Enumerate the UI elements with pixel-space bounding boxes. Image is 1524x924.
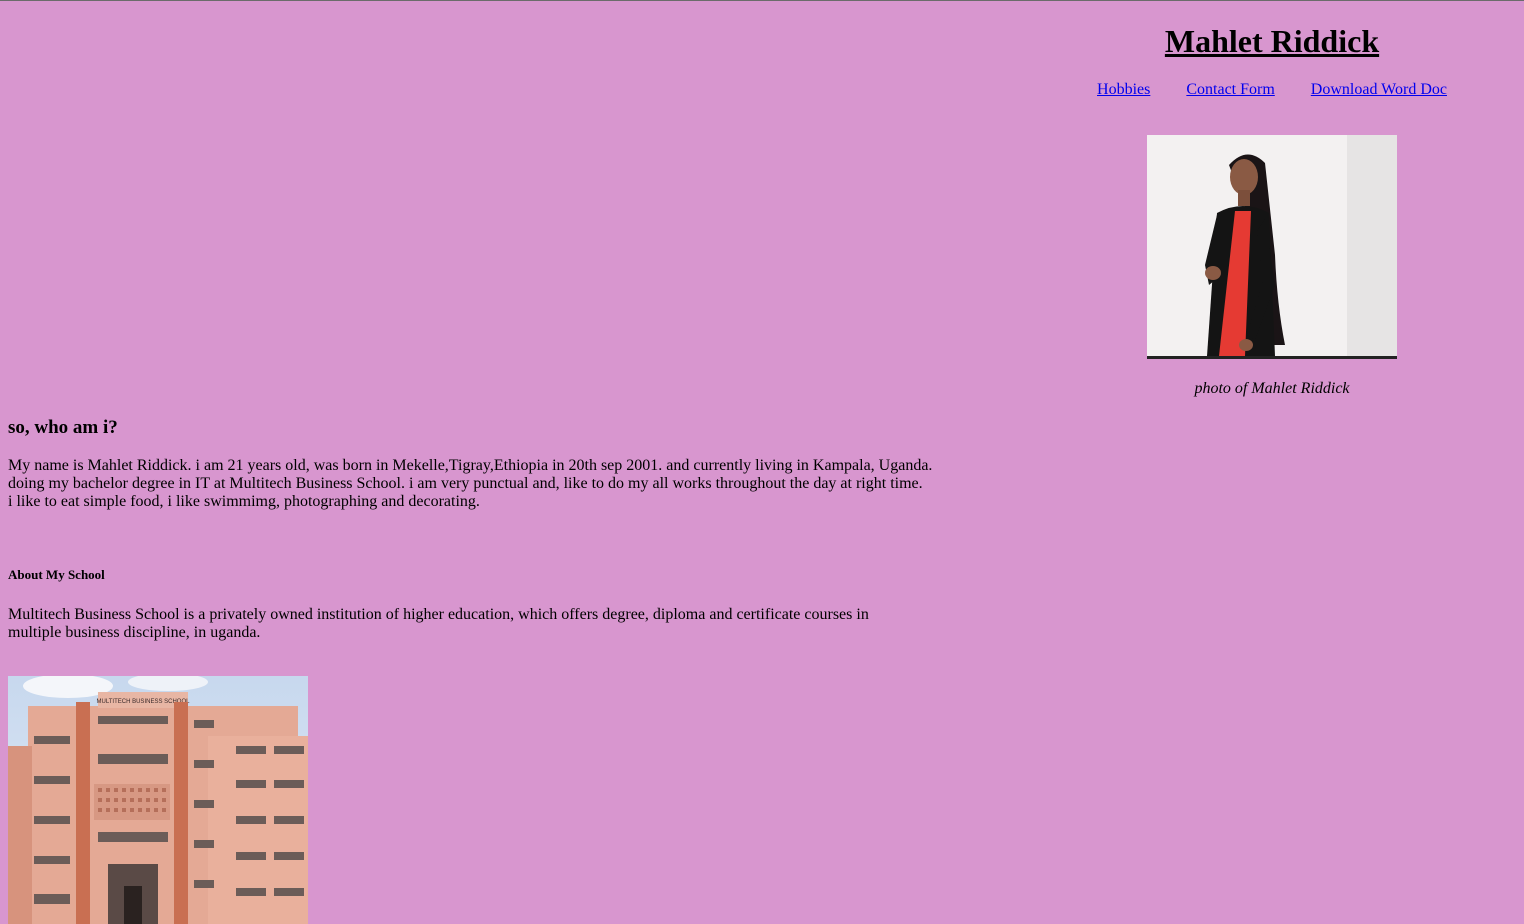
profile-photo-caption: photo of Mahlet Riddick <box>1194 380 1350 397</box>
about-me-text: My name is Mahlet Riddick. i am 21 years… <box>8 457 948 511</box>
about-me-heading: so, who am i? <box>8 417 118 438</box>
nav-link-hobbies[interactable]: Hobbies <box>1097 81 1150 98</box>
about-me-line: i like to eat simple food, i like swimmi… <box>8 493 480 510</box>
school-text-line: Multitech Business School is a privately… <box>8 606 869 623</box>
school-building-photo: MULTITECH BUSINESS SCHOOL <box>8 676 308 924</box>
about-me-line: doing my bachelor degree in IT at Multit… <box>8 475 923 492</box>
school-heading: About My School <box>8 567 105 582</box>
nav-link-download-word-doc[interactable]: Download Word Doc <box>1311 81 1447 98</box>
profile-photo <box>1147 135 1397 359</box>
main-nav: Hobbies Contact Form Download Word Doc <box>1040 80 1504 100</box>
school-text-line: multiple business discipline, in uganda. <box>8 624 261 641</box>
nav-link-contact-form[interactable]: Contact Form <box>1186 81 1274 98</box>
school-text: Multitech Business School is a privately… <box>8 606 888 642</box>
about-me-line: My name is Mahlet Riddick. i am 21 years… <box>8 457 933 474</box>
page-title: Mahlet Riddick <box>1164 23 1380 59</box>
